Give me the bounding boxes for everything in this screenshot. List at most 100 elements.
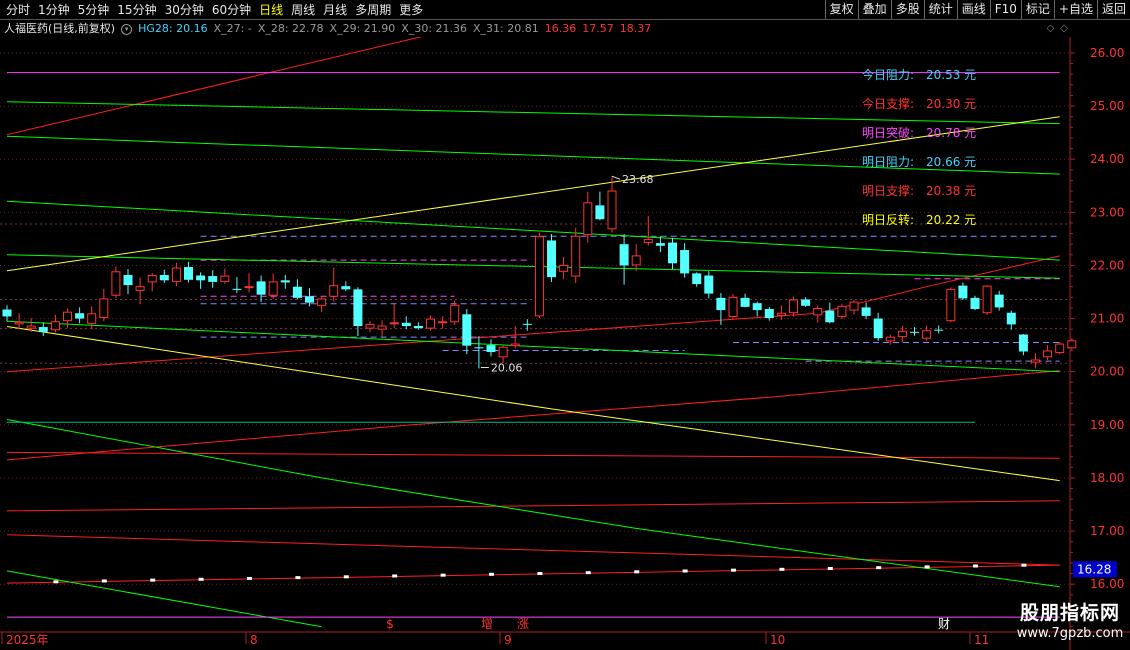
candle-body <box>353 289 363 326</box>
candle-body <box>619 244 629 266</box>
trend-line <box>6 570 322 628</box>
period-tab[interactable]: 5分钟 <box>74 0 114 20</box>
level-annotation-label: 明日支撑: <box>862 183 914 198</box>
period-tab[interactable]: 15分钟 <box>113 0 160 20</box>
toolbar-button[interactable]: 标记 <box>1020 0 1054 19</box>
candle-body <box>99 298 109 318</box>
candle-body <box>704 275 714 294</box>
trend-line <box>6 500 1060 512</box>
candle-body <box>897 330 907 338</box>
candle-body <box>825 310 835 323</box>
toolbar-button[interactable]: 返回 <box>1096 0 1130 19</box>
candle-body <box>317 298 327 306</box>
candle-body <box>849 301 859 311</box>
toolbar-button[interactable]: 统计 <box>923 0 957 19</box>
candle-body <box>1031 359 1040 363</box>
candle-body <box>474 347 484 349</box>
signal-dot <box>973 564 978 568</box>
signal-dot <box>1021 563 1027 567</box>
indicator-value: X_31: 20.81 <box>473 22 539 35</box>
chart-corner-icons: ◇ ◇ <box>1041 21 1068 37</box>
event-marker[interactable]: $ <box>386 617 394 631</box>
period-tab[interactable]: 周线 <box>287 0 319 20</box>
indicator-value: 17.57 <box>582 22 614 35</box>
indicator-value: X_28: 22.78 <box>257 22 324 35</box>
period-toolbar: 分时 1分钟 5分钟 15分钟 30分钟 60分钟 日线 周线 月线 多周期 更多 复权 叠加 多股 统计… <box>0 0 1130 20</box>
time-axis-label: 9 <box>504 633 512 647</box>
price-axis-label: 23.00 <box>1090 205 1124 219</box>
signal-dot <box>634 570 640 574</box>
period-tab[interactable]: 60分钟 <box>208 0 255 20</box>
candle-body <box>38 327 48 332</box>
toolbar-button[interactable]: 叠加 <box>857 0 891 19</box>
period-tab[interactable]: 更多 <box>395 0 427 20</box>
indicator-value: X_27: - <box>213 22 252 35</box>
trend-line <box>6 534 1060 566</box>
candle-body <box>244 286 254 289</box>
trend-line <box>6 419 1060 588</box>
trend-line <box>6 255 1060 373</box>
candle-body <box>522 323 532 325</box>
candle-body <box>946 288 956 322</box>
candle-body <box>813 307 823 316</box>
candle-body <box>426 318 435 329</box>
candle-body <box>462 314 472 346</box>
dropdown-icon[interactable]: ▾ <box>121 24 133 35</box>
period-tab[interactable]: 30分钟 <box>161 0 208 20</box>
candle-body <box>776 312 786 316</box>
price-axis-label: 21.00 <box>1090 312 1124 326</box>
indicator-value: 18.37 <box>619 22 652 35</box>
period-tab[interactable]: 日线 <box>255 0 287 20</box>
level-annotation-value: 20.53 元 <box>926 68 976 82</box>
price-axis-label: 26.00 <box>1090 46 1124 60</box>
signal-dot <box>876 566 882 570</box>
candle-body <box>970 297 980 309</box>
period-tab[interactable]: 多周期 <box>351 0 395 20</box>
candle-body <box>232 288 242 290</box>
kline-chart[interactable]: 23.68 20.06 今日阻力: 20.53 元今日支撑: 20.30 元明日突破: 2… <box>0 37 1130 650</box>
toolbar-button[interactable]: 画线 <box>956 0 990 19</box>
signal-dot <box>924 565 930 569</box>
candle-body <box>159 275 169 281</box>
candle-body <box>26 325 36 329</box>
price-axis-label: 16.00 <box>1090 577 1124 591</box>
toolbar-button[interactable]: +自选 <box>1053 0 1097 19</box>
candle-body <box>801 299 811 306</box>
high-price-label: 23.68 <box>622 173 654 186</box>
signal-dot <box>150 578 156 582</box>
candle-body <box>655 243 665 246</box>
candle-body <box>958 285 968 299</box>
level-annotation-value: 20.38 元 <box>926 184 976 198</box>
candle-body <box>837 305 847 317</box>
toolbar-button[interactable]: 复权 <box>824 0 858 19</box>
stock-title[interactable]: 人福医药(日线,前复权) <box>4 22 115 35</box>
level-annotation-label: 明日突破: <box>862 125 914 140</box>
candle-body <box>740 297 750 307</box>
candle-body <box>450 304 460 323</box>
diamond-icon[interactable]: ◇ <box>1047 23 1055 34</box>
period-tab[interactable]: 1分钟 <box>34 0 74 20</box>
candle-body <box>196 275 206 281</box>
candle-body <box>861 307 871 316</box>
signal-dot <box>682 569 688 573</box>
candle-body <box>268 281 278 296</box>
signal-dot <box>295 576 301 580</box>
collapse-icon[interactable]: ◇ <box>1060 23 1068 34</box>
signal-dot <box>489 572 494 576</box>
trend-line <box>6 451 1060 459</box>
function-buttons: 复权 叠加 多股 统计 画线 F10 标记 +自选 返回 <box>824 0 1130 20</box>
candle-body <box>87 313 97 324</box>
event-marker[interactable]: 增 <box>481 617 493 631</box>
event-marker[interactable]: 涨 <box>517 616 529 631</box>
time-axis-label: 8 <box>250 633 258 647</box>
trend-line <box>6 254 1060 279</box>
candle-body <box>63 311 72 322</box>
toolbar-button[interactable]: 多股 <box>890 0 924 19</box>
event-marker[interactable]: 财 <box>938 617 950 631</box>
period-tab[interactable]: 分时 <box>2 0 34 20</box>
price-axis-label: 17.00 <box>1090 524 1124 538</box>
candle-body <box>680 250 690 274</box>
period-tab[interactable]: 月线 <box>319 0 351 20</box>
toolbar-button[interactable]: F10 <box>989 0 1021 19</box>
watermark: 股朋指标网 www.7gpzb.com <box>1012 601 1128 646</box>
